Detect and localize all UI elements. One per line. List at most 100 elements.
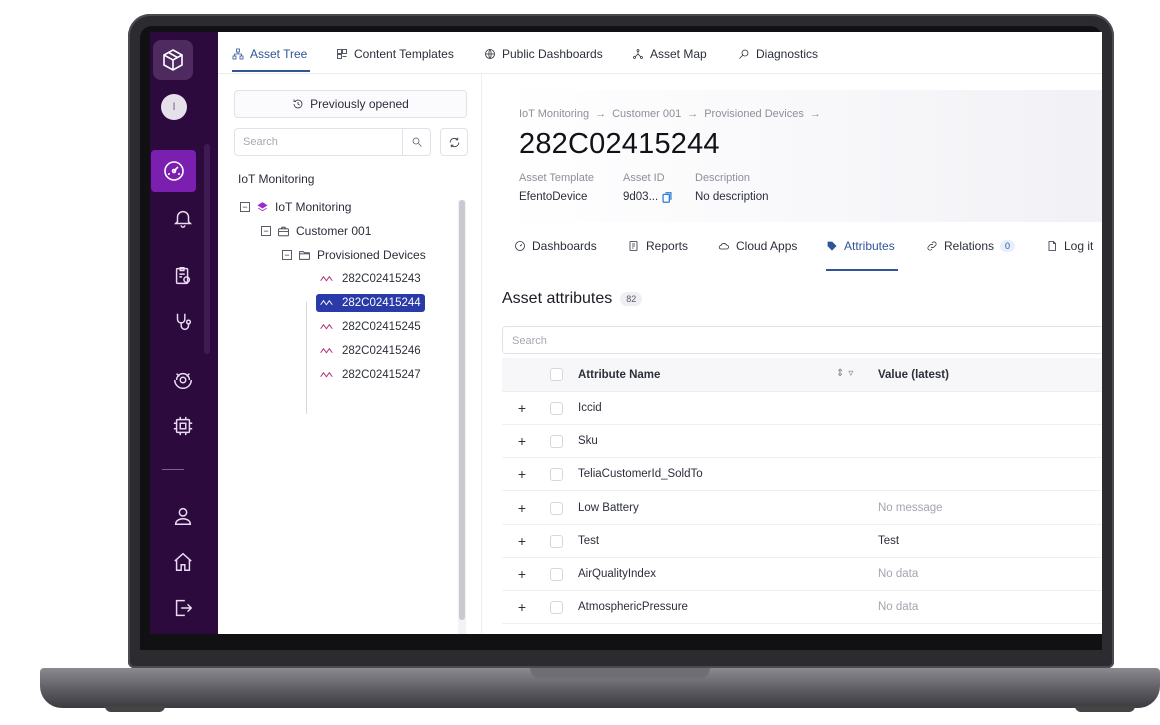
refresh-button[interactable] bbox=[440, 128, 468, 156]
attribute-value: No data bbox=[878, 601, 919, 613]
select-all-checkbox[interactable] bbox=[550, 368, 563, 381]
attribute-name: Low Battery bbox=[578, 502, 639, 514]
laptop-notch bbox=[530, 668, 710, 678]
briefcase-icon bbox=[278, 226, 289, 236]
attribute-name: AirQualityIndex bbox=[578, 568, 656, 580]
asset-detail-panel: IoT Monitoring → Customer 001 → Provisio… bbox=[486, 74, 1102, 634]
nav-public-dashboards[interactable]: Public Dashboards bbox=[484, 44, 603, 64]
row-checkbox[interactable] bbox=[550, 468, 563, 481]
brand-logo-icon bbox=[257, 201, 268, 211]
avatar[interactable]: I bbox=[161, 94, 187, 120]
search-icon[interactable] bbox=[402, 129, 430, 155]
tree-leaf-device[interactable]: 282C02415243 bbox=[316, 270, 425, 288]
tab-attributes[interactable]: Attributes bbox=[826, 236, 895, 256]
tree-search-input[interactable] bbox=[243, 134, 393, 150]
tab-reports[interactable]: Reports bbox=[628, 236, 688, 256]
speedometer-icon[interactable] bbox=[151, 150, 196, 192]
collapse-toggle-icon[interactable]: − bbox=[240, 202, 250, 212]
home-icon[interactable] bbox=[150, 542, 216, 582]
row-checkbox[interactable] bbox=[550, 502, 563, 515]
table-row[interactable]: + Low Battery No message bbox=[502, 492, 1102, 525]
asset-template-value: EfentoDevice bbox=[519, 191, 587, 203]
attribute-name: Sku bbox=[578, 435, 598, 447]
tree-leaf-label: 282C02415246 bbox=[342, 345, 421, 357]
expand-plus-icon[interactable]: + bbox=[516, 500, 528, 516]
sort-filter-icon[interactable]: ⇕▿ bbox=[836, 368, 857, 379]
table-row[interactable]: + AirQualityIndex No data bbox=[502, 558, 1102, 591]
tree-leaf-label: 282C02415244 bbox=[342, 297, 421, 309]
tab-cloud-apps[interactable]: Cloud Apps bbox=[718, 236, 797, 256]
row-checkbox[interactable] bbox=[550, 435, 563, 448]
logout-icon[interactable] bbox=[150, 588, 216, 628]
tree-leaf-device[interactable]: 282C02415247 bbox=[316, 366, 425, 384]
copy-icon[interactable] bbox=[662, 191, 672, 203]
row-checkbox[interactable] bbox=[550, 568, 563, 581]
tab-label: Relations bbox=[944, 239, 995, 253]
tree-leaf-device-selected[interactable]: 282C02415244 bbox=[316, 294, 425, 312]
collapse-toggle-icon[interactable]: − bbox=[261, 226, 271, 236]
satellite-icon[interactable] bbox=[150, 360, 216, 400]
device-signal-icon bbox=[320, 299, 333, 306]
breadcrumb-item[interactable]: Provisioned Devices bbox=[704, 108, 804, 120]
tree-leaf-label: 282C02415243 bbox=[342, 273, 421, 285]
rail-scrollbar[interactable] bbox=[204, 144, 210, 354]
dashboard-icon bbox=[515, 241, 525, 251]
tab-log[interactable]: Log it bbox=[1046, 236, 1093, 256]
tab-label: Cloud Apps bbox=[736, 239, 798, 253]
table-row[interactable]: + TeliaCustomerId_SoldTo bbox=[502, 458, 1102, 491]
table-row[interactable]: + Sku bbox=[502, 425, 1102, 458]
expand-plus-icon[interactable]: + bbox=[516, 433, 528, 449]
table-row[interactable]: + Iccid bbox=[502, 392, 1102, 425]
tree-node-provisioned-devices[interactable]: − Provisioned Devices bbox=[282, 246, 426, 264]
table-row[interactable]: + AtmosphericPressure No data bbox=[502, 591, 1102, 624]
column-header-name[interactable]: Attribute Name bbox=[578, 369, 660, 381]
tree-node-customer[interactable]: − Customer 001 bbox=[261, 222, 371, 240]
tree-scrollbar-thumb[interactable] bbox=[459, 200, 465, 620]
column-header-value[interactable]: Value (latest) bbox=[878, 369, 949, 381]
tab-relations[interactable]: Relations 0 bbox=[926, 236, 1016, 256]
table-header: Attribute Name ⇕▿ Value (latest) bbox=[502, 358, 1102, 392]
cube-logo-icon[interactable] bbox=[153, 40, 193, 80]
active-tab-indicator bbox=[232, 70, 310, 72]
breadcrumb-item[interactable]: IoT Monitoring bbox=[519, 108, 589, 120]
expand-plus-icon[interactable]: + bbox=[516, 400, 528, 416]
content-area: Asset Tree Content Templates Public Dash… bbox=[218, 32, 1102, 634]
tree-leaf-device[interactable]: 282C02415245 bbox=[316, 318, 425, 336]
tree-search bbox=[234, 128, 431, 156]
row-checkbox[interactable] bbox=[550, 535, 563, 548]
tree-node-iot-monitoring[interactable]: − IoT Monitoring bbox=[240, 198, 351, 216]
tree-leaf-device[interactable]: 282C02415246 bbox=[316, 342, 425, 360]
row-checkbox[interactable] bbox=[550, 601, 563, 614]
file-icon bbox=[1048, 241, 1056, 251]
description-label: Description bbox=[695, 172, 751, 184]
previously-opened-button[interactable]: Previously opened bbox=[234, 90, 467, 118]
chip-icon[interactable] bbox=[150, 406, 216, 446]
expand-plus-icon[interactable]: + bbox=[516, 599, 528, 615]
relations-count-badge: 0 bbox=[1000, 240, 1016, 252]
device-signal-icon bbox=[320, 371, 333, 378]
expand-plus-icon[interactable]: + bbox=[516, 466, 528, 482]
nav-diagnostics[interactable]: Diagnostics bbox=[738, 44, 818, 64]
asset-template-label: Asset Template bbox=[519, 172, 595, 184]
collapse-toggle-icon[interactable]: − bbox=[282, 250, 292, 260]
nav-asset-map[interactable]: Asset Map bbox=[632, 44, 707, 64]
nav-asset-tree[interactable]: Asset Tree bbox=[232, 44, 307, 64]
attribute-search-input[interactable] bbox=[512, 333, 812, 349]
user-icon[interactable] bbox=[150, 496, 216, 536]
tree-node-label: IoT Monitoring bbox=[275, 200, 352, 214]
expand-plus-icon[interactable]: + bbox=[516, 533, 528, 549]
top-navigation: Asset Tree Content Templates Public Dash… bbox=[218, 32, 1102, 74]
attribute-count-badge: 82 bbox=[620, 292, 643, 306]
description-text: No description bbox=[695, 191, 769, 203]
device-signal-icon bbox=[320, 323, 333, 330]
tree-guide-line bbox=[306, 302, 307, 414]
section-title: Asset attributes 82 bbox=[502, 290, 643, 308]
table-row[interactable]: + Test Test bbox=[502, 525, 1102, 558]
asset-template-text: EfentoDevice bbox=[519, 191, 588, 203]
breadcrumb-item[interactable]: Customer 001 bbox=[612, 108, 681, 120]
row-checkbox[interactable] bbox=[550, 402, 563, 415]
description-value: No description bbox=[695, 191, 769, 203]
tab-dashboards[interactable]: Dashboards bbox=[514, 236, 597, 256]
nav-content-templates[interactable]: Content Templates bbox=[336, 44, 454, 64]
expand-plus-icon[interactable]: + bbox=[516, 566, 528, 582]
